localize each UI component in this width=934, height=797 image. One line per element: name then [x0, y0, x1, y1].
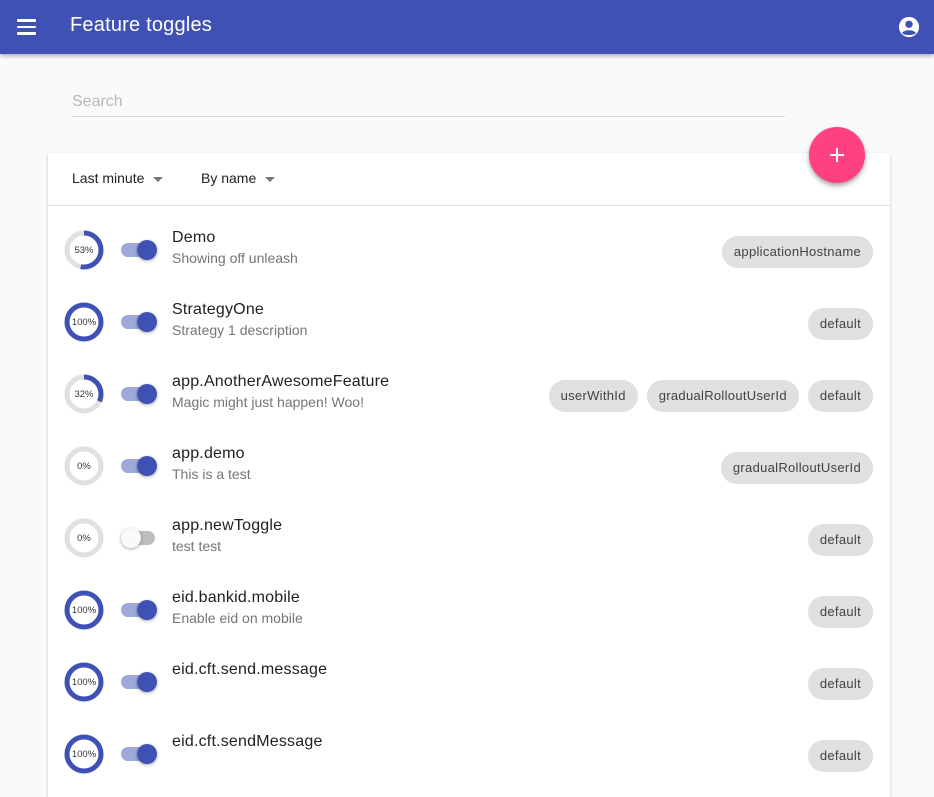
- search-input[interactable]: [72, 88, 785, 116]
- time-window-dropdown[interactable]: Last minute: [72, 170, 164, 186]
- strategy-chips: default: [807, 740, 873, 772]
- plus-icon: [830, 148, 844, 162]
- rollout-percent: 100%: [71, 604, 97, 616]
- feature-name[interactable]: eid.bankid.mobile: [172, 588, 303, 608]
- rollout-progress: 32%: [64, 374, 104, 414]
- feature-name[interactable]: app.newToggle: [172, 516, 282, 536]
- strategy-chip: gradualRolloutUserId: [720, 452, 873, 484]
- strategy-chips: applicationHostname: [721, 236, 873, 268]
- app-bar: Feature toggles: [0, 0, 934, 54]
- chevron-down-icon: [265, 176, 276, 182]
- strategy-chip: default: [807, 740, 873, 772]
- feature-description: test test: [172, 538, 222, 554]
- strategy-chip: gradualRolloutUserId: [646, 380, 799, 412]
- strategy-chip: default: [807, 308, 873, 340]
- toggle-list: 53% Demo Showing off unleash application…: [48, 214, 890, 790]
- rollout-progress: 100%: [64, 302, 104, 342]
- rollout-percent: 100%: [71, 676, 97, 688]
- strategy-chips: default: [807, 668, 873, 700]
- strategy-chip: default: [807, 668, 873, 700]
- rollout-percent: 32%: [74, 388, 94, 400]
- rollout-percent: 53%: [74, 244, 94, 256]
- strategy-chip: default: [807, 380, 873, 412]
- feature-description: Magic might just happen! Woo!: [172, 394, 364, 410]
- rollout-percent: 0%: [77, 532, 91, 544]
- toggle-row: 0% app.newToggle test test default: [48, 502, 890, 574]
- toggle-switch[interactable]: [121, 384, 157, 404]
- rollout-percent: 100%: [71, 748, 97, 760]
- strategy-chips: default: [807, 524, 873, 556]
- menu-icon[interactable]: [12, 13, 40, 41]
- account-circle-icon[interactable]: [898, 16, 920, 38]
- strategy-chips: default: [807, 596, 873, 628]
- rollout-progress: 100%: [64, 662, 104, 702]
- toggle-switch[interactable]: [121, 312, 157, 332]
- feature-description: Showing off unleash: [172, 250, 298, 266]
- toggle-row: 100% StrategyOne Strategy 1 description …: [48, 286, 890, 358]
- strategy-chip: userWithId: [548, 380, 638, 412]
- feature-description: Strategy 1 description: [172, 322, 308, 338]
- feature-name[interactable]: Demo: [172, 228, 298, 248]
- sort-dropdown[interactable]: By name: [201, 170, 276, 186]
- rollout-progress: 0%: [64, 446, 104, 486]
- feature-name[interactable]: StrategyOne: [172, 300, 307, 320]
- toggle-row: 32% app.AnotherAwesomeFeature Magic migh…: [48, 358, 890, 430]
- toggle-row: 100% eid.cft.send.message default: [48, 646, 890, 718]
- toggle-row: 0% app.demo This is a test gradualRollou…: [48, 430, 890, 502]
- strategy-chips: userWithId gradualRolloutUserId default: [548, 380, 873, 412]
- search-field: [72, 88, 785, 117]
- toggle-switch[interactable]: [121, 456, 157, 476]
- rollout-progress: 100%: [64, 590, 104, 630]
- feature-description: Enable eid on mobile: [172, 610, 303, 626]
- feature-name[interactable]: eid.cft.sendMessage: [172, 732, 323, 752]
- feature-name[interactable]: app.demo: [172, 444, 251, 464]
- strategy-chip: default: [807, 524, 873, 556]
- rollout-percent: 0%: [77, 460, 91, 472]
- toggle-switch[interactable]: [121, 600, 157, 620]
- strategy-chip: default: [807, 596, 873, 628]
- rollout-progress: 100%: [64, 734, 104, 774]
- toggle-switch[interactable]: [121, 744, 157, 764]
- toggle-switch[interactable]: [121, 240, 157, 260]
- toggle-row: 100% eid.bankid.mobile Enable eid on mob…: [48, 574, 890, 646]
- feature-description: This is a test: [172, 466, 251, 482]
- page-title: Feature toggles: [70, 14, 212, 36]
- toggles-card: Last minute By name 53% Demo Showing off…: [48, 153, 890, 797]
- toggle-row: 100% eid.cft.sendMessage default: [48, 718, 890, 790]
- feature-name[interactable]: eid.cft.send.message: [172, 660, 327, 680]
- feature-name[interactable]: app.AnotherAwesomeFeature: [172, 372, 389, 392]
- strategy-chips: default: [807, 308, 873, 340]
- toggle-switch[interactable]: [121, 672, 157, 692]
- time-window-label: Last minute: [72, 170, 145, 186]
- chevron-down-icon: [153, 176, 164, 182]
- add-toggle-button[interactable]: [809, 127, 865, 183]
- strategy-chip: applicationHostname: [721, 236, 873, 268]
- toggle-row: 53% Demo Showing off unleash application…: [48, 214, 890, 286]
- rollout-progress: 0%: [64, 518, 104, 558]
- rollout-percent: 100%: [71, 316, 97, 328]
- strategy-chips: gradualRolloutUserId: [720, 452, 873, 484]
- sort-label: By name: [201, 170, 257, 186]
- rollout-progress: 53%: [64, 230, 104, 270]
- card-header: Last minute By name: [48, 153, 890, 206]
- toggle-switch[interactable]: [121, 528, 157, 548]
